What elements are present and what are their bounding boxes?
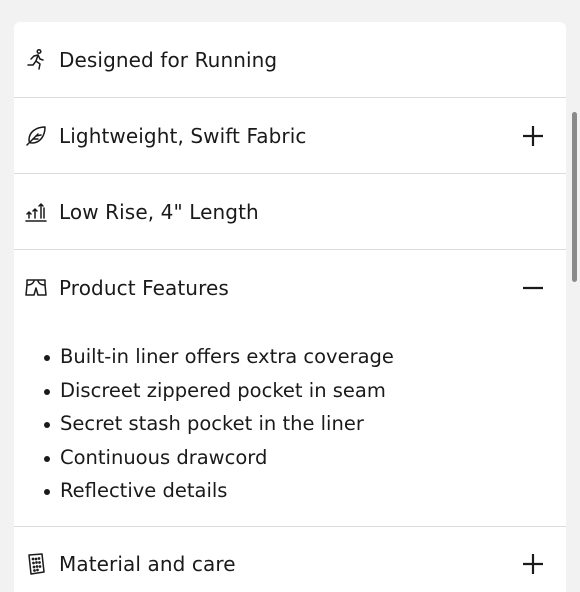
list-item: Built-in liner offers extra coverage bbox=[44, 340, 566, 374]
scrollbar-thumb[interactable] bbox=[572, 112, 577, 282]
product-details-accordion: Designed for Running Lightweight, Swift … bbox=[14, 22, 566, 592]
expand-plus-icon[interactable] bbox=[520, 551, 546, 577]
collapse-minus-icon[interactable] bbox=[520, 275, 546, 301]
list-item: Discreet zippered pocket in seam bbox=[44, 374, 566, 408]
accordion-item-low-rise-length: Low Rise, 4" Length bbox=[14, 174, 566, 250]
accordion-item-label: Lightweight, Swift Fabric bbox=[59, 124, 306, 148]
accordion-item-product-features[interactable]: Product Features bbox=[14, 250, 566, 326]
accordion-item-label: Designed for Running bbox=[59, 48, 277, 72]
leaf-feather-icon bbox=[24, 124, 48, 148]
list-item: Secret stash pocket in the liner bbox=[44, 407, 566, 441]
accordion-item-material-and-care[interactable]: Material and care bbox=[14, 527, 566, 592]
accordion-item-lightweight-fabric[interactable]: Lightweight, Swift Fabric bbox=[14, 98, 566, 174]
accordion-item-label: Material and care bbox=[59, 552, 236, 576]
shorts-icon bbox=[24, 276, 48, 300]
expand-plus-icon[interactable] bbox=[520, 123, 546, 149]
product-features-list: Built-in liner offers extra coverage Dis… bbox=[14, 326, 566, 527]
list-item: Continuous drawcord bbox=[44, 441, 566, 475]
list-item: Reflective details bbox=[44, 474, 566, 508]
running-person-icon bbox=[24, 48, 48, 72]
length-arrows-icon bbox=[24, 200, 48, 224]
accordion-item-designed-for-running: Designed for Running bbox=[14, 22, 566, 98]
accordion-item-label: Product Features bbox=[59, 276, 229, 300]
care-label-icon bbox=[24, 552, 48, 576]
accordion-item-label: Low Rise, 4" Length bbox=[59, 200, 259, 224]
